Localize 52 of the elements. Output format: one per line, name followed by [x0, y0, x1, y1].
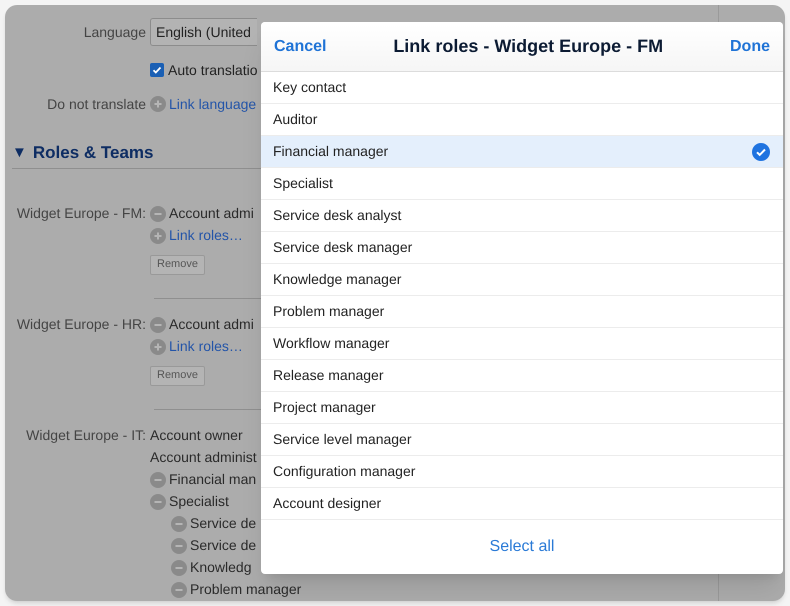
plus-circle-icon[interactable] [150, 338, 166, 354]
role-item: Knowledg [190, 558, 252, 577]
role-option[interactable]: Auditor [261, 104, 783, 136]
minus-circle-icon[interactable] [171, 538, 187, 554]
minus-circle-icon[interactable] [150, 206, 166, 222]
role-option[interactable]: Key contact [261, 72, 783, 104]
role-item: Account owner [150, 426, 243, 445]
role-option[interactable]: Service desk analyst [261, 200, 783, 232]
minus-circle-icon[interactable] [150, 472, 166, 488]
language-select[interactable]: English (United [150, 18, 257, 46]
role-option[interactable]: Configuration manager [261, 456, 783, 488]
plus-circle-icon[interactable] [150, 228, 166, 244]
role-item: Financial man [169, 470, 256, 489]
minus-circle-icon[interactable] [171, 516, 187, 532]
section-heading: Roles & Teams [32, 142, 154, 164]
role-item: Service de [190, 514, 256, 533]
role-option[interactable]: Project manager [261, 392, 783, 424]
field-label: Language [84, 24, 146, 40]
field-label: Do not translate [47, 96, 146, 112]
role-item: Problem manager [190, 580, 302, 599]
checkbox-label: Auto translatio [168, 60, 257, 80]
checkbox[interactable] [150, 63, 164, 77]
role-option[interactable]: Financial manager [261, 136, 783, 168]
role-item: Account administ [150, 448, 257, 467]
minus-circle-icon[interactable] [150, 494, 166, 510]
role-option[interactable]: Service desk manager [261, 232, 783, 264]
cancel-button[interactable]: Cancel [274, 34, 326, 58]
role-option[interactable]: Knowledge manager [261, 264, 783, 296]
dialog-title: Link roles - Widget Europe - FM [393, 35, 664, 58]
collapse-toggle[interactable]: ▼ [12, 142, 27, 164]
minus-circle-icon[interactable] [171, 560, 187, 576]
minus-circle-icon[interactable] [171, 582, 187, 598]
plus-circle-icon[interactable] [150, 96, 166, 112]
team-label: Widget Europe - FM: [16, 204, 146, 223]
check-circle-icon [752, 142, 770, 160]
minus-circle-icon[interactable] [150, 316, 166, 332]
team-label: Widget Europe - HR: [16, 315, 146, 334]
role-option[interactable]: Service level manager [261, 424, 783, 456]
done-button[interactable]: Done [730, 34, 770, 58]
role-option[interactable]: Problem manager [261, 296, 783, 328]
team-label: Widget Europe - IT: [26, 426, 146, 445]
role-option[interactable]: Specialist [261, 168, 783, 200]
role-item: Specialist [169, 492, 229, 511]
role-option[interactable]: Release manager [261, 360, 783, 392]
select-all-button[interactable]: Select all [490, 535, 554, 559]
role-item: Account admi [169, 315, 254, 334]
remove-button[interactable]: Remove [150, 254, 205, 274]
role-item: Service de [190, 536, 256, 555]
role-option[interactable]: Account designer [261, 488, 783, 520]
role-item: Account admi [169, 204, 254, 223]
remove-button[interactable]: Remove [150, 366, 205, 386]
role-option[interactable]: Workflow manager [261, 328, 783, 360]
